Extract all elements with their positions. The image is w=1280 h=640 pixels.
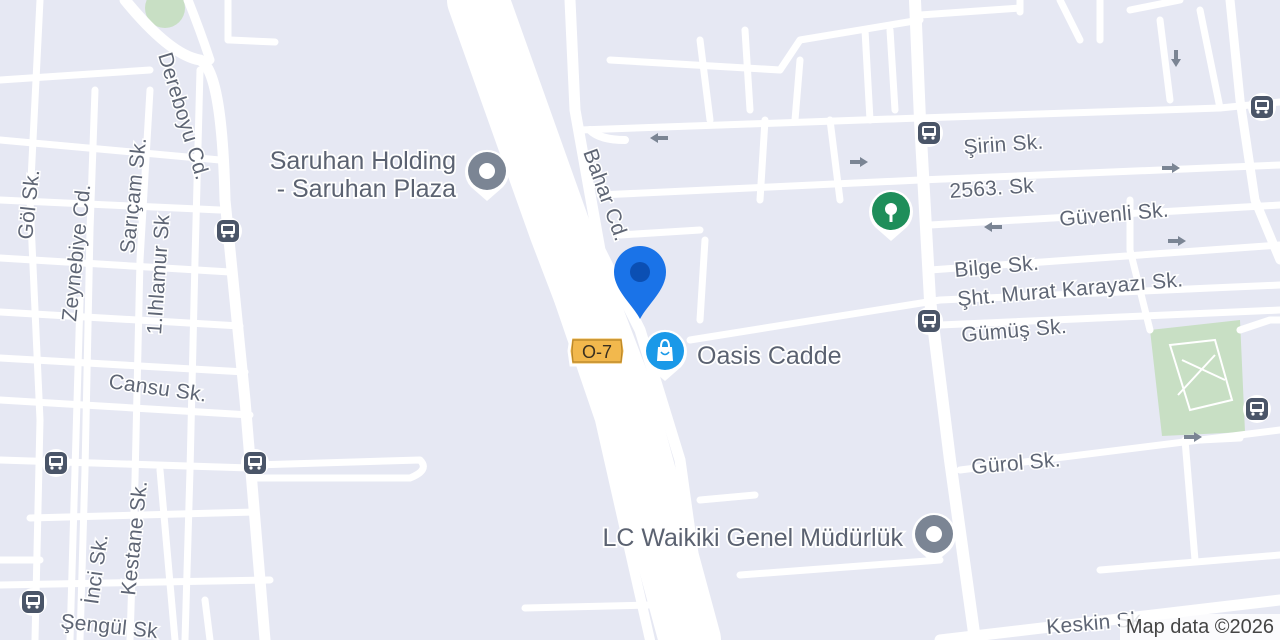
highway-shield: O-7: [567, 335, 627, 367]
map-attribution: Map data ©2026: [1119, 614, 1280, 640]
bus-stop-icon[interactable]: [19, 588, 47, 616]
location-pin-icon[interactable]: [614, 246, 666, 319]
place-marker-icon[interactable]: [465, 149, 509, 201]
bus-stop-icon[interactable]: [915, 119, 943, 147]
bus-stop-icon[interactable]: [214, 217, 242, 245]
bus-stop-icon[interactable]: [241, 449, 269, 477]
place-marker-icon[interactable]: [912, 512, 956, 564]
highway-shield-label: O-7: [582, 342, 612, 362]
bus-stop-icon[interactable]: [1248, 93, 1276, 121]
park-marker-icon[interactable]: [869, 189, 913, 241]
map-markers: O-7: [19, 93, 1276, 616]
bus-stop-icon[interactable]: [1243, 395, 1271, 423]
shopping-bag-icon[interactable]: [643, 329, 687, 381]
map-canvas[interactable]: Dereboyu Cd. Sarıçam Sk. Göl Sk. Zeynebi…: [0, 0, 1280, 640]
bus-stop-icon[interactable]: [42, 449, 70, 477]
bus-stop-icon[interactable]: [915, 307, 943, 335]
